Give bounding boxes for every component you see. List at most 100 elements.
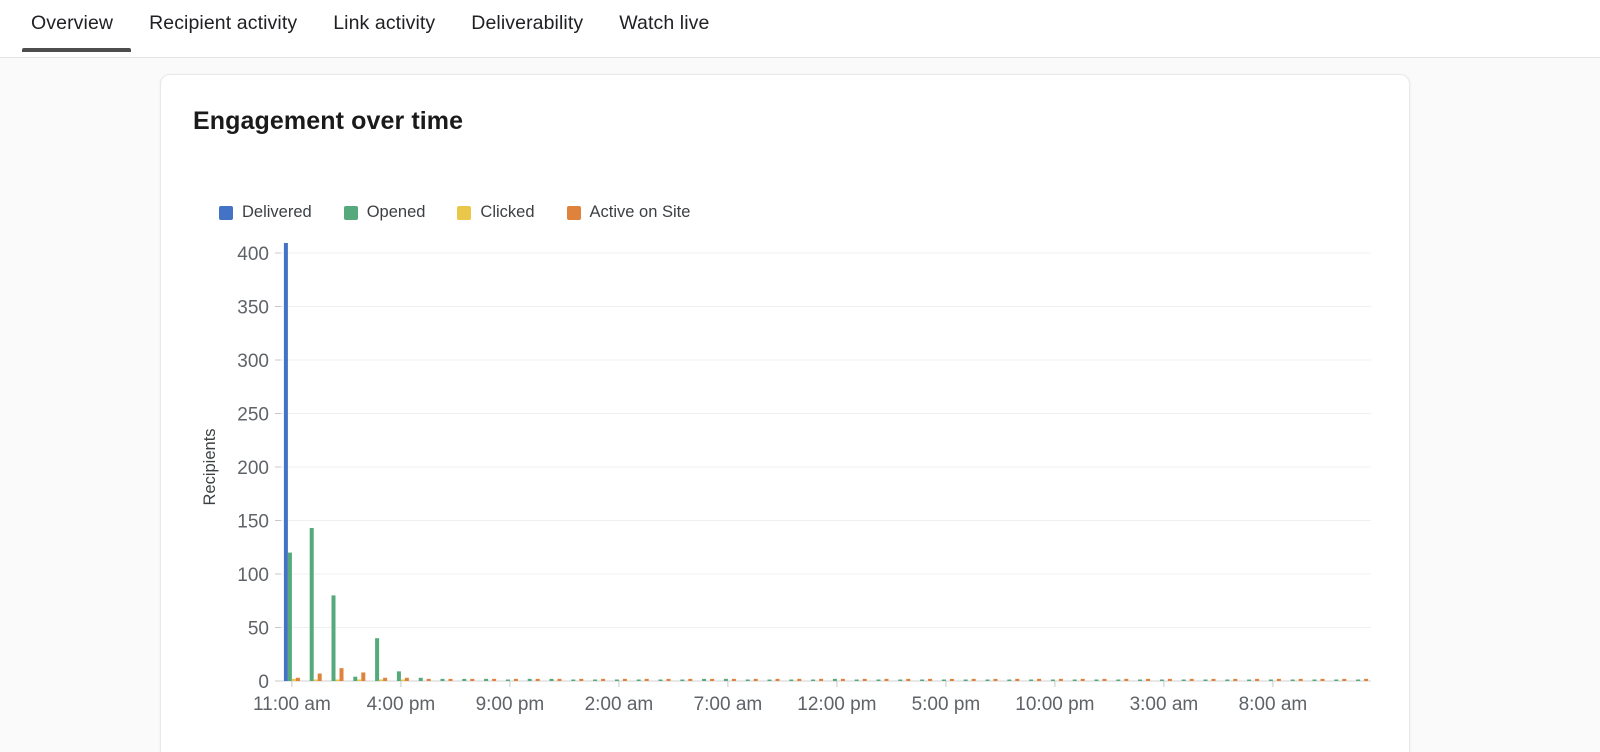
legend-item-delivered[interactable]: Delivered — [219, 203, 312, 222]
bar-opened[interactable] — [1356, 680, 1360, 682]
bar-active-on-site[interactable] — [1277, 679, 1281, 681]
bar-opened[interactable] — [1073, 680, 1077, 682]
bar-opened[interactable] — [1095, 680, 1099, 682]
bar-opened[interactable] — [768, 680, 772, 682]
bar-opened[interactable] — [1204, 680, 1208, 682]
bar-active-on-site[interactable] — [863, 679, 867, 681]
bar-active-on-site[interactable] — [1037, 679, 1041, 681]
bar-active-on-site[interactable] — [688, 679, 692, 681]
bar-active-on-site[interactable] — [361, 672, 365, 681]
bar-active-on-site[interactable] — [514, 679, 518, 681]
bar-opened[interactable] — [310, 528, 314, 681]
bar-active-on-site[interactable] — [1059, 679, 1063, 681]
bar-active-on-site[interactable] — [754, 679, 758, 681]
bar-opened[interactable] — [1160, 680, 1164, 682]
bar-opened[interactable] — [1313, 680, 1317, 682]
bar-active-on-site[interactable] — [383, 678, 387, 681]
tab-deliverability[interactable]: Deliverability — [453, 0, 601, 52]
bar-active-on-site[interactable] — [1342, 679, 1346, 681]
bar-opened[interactable] — [462, 679, 466, 681]
bar-active-on-site[interactable] — [1299, 679, 1303, 681]
bar-active-on-site[interactable] — [841, 679, 845, 681]
bar-opened[interactable] — [484, 679, 488, 681]
bar-opened[interactable] — [1007, 680, 1011, 682]
bar-opened[interactable] — [942, 680, 946, 682]
bar-opened[interactable] — [702, 679, 706, 681]
bar-opened[interactable] — [833, 679, 837, 681]
tab-overview[interactable]: Overview — [22, 0, 131, 52]
bar-active-on-site[interactable] — [579, 679, 583, 681]
bar-opened[interactable] — [898, 680, 902, 682]
bar-active-on-site[interactable] — [906, 679, 910, 681]
bar-active-on-site[interactable] — [405, 678, 409, 681]
bar-delivered[interactable] — [284, 243, 288, 681]
bar-opened[interactable] — [1182, 680, 1186, 682]
bar-active-on-site[interactable] — [1233, 679, 1237, 681]
bar-active-on-site[interactable] — [1015, 679, 1019, 681]
bar-opened[interactable] — [528, 679, 532, 681]
bar-active-on-site[interactable] — [318, 674, 322, 681]
bar-opened[interactable] — [811, 680, 815, 682]
bar-opened[interactable] — [986, 680, 990, 682]
bar-opened[interactable] — [397, 671, 401, 681]
bar-opened[interactable] — [659, 680, 663, 682]
bar-active-on-site[interactable] — [536, 679, 540, 681]
bar-opened[interactable] — [724, 679, 728, 681]
bar-opened[interactable] — [637, 680, 641, 682]
bar-opened[interactable] — [441, 679, 445, 681]
bar-active-on-site[interactable] — [340, 668, 344, 681]
bar-active-on-site[interactable] — [1124, 679, 1128, 681]
bar-opened[interactable] — [680, 680, 684, 682]
bar-opened[interactable] — [1225, 680, 1229, 682]
bar-opened[interactable] — [1334, 680, 1338, 682]
bar-opened[interactable] — [1051, 680, 1055, 682]
bar-opened[interactable] — [288, 553, 292, 681]
bar-opened[interactable] — [332, 595, 336, 681]
bar-opened[interactable] — [1116, 680, 1120, 682]
bar-opened[interactable] — [593, 680, 597, 682]
bar-active-on-site[interactable] — [449, 679, 453, 681]
bar-active-on-site[interactable] — [601, 679, 605, 681]
legend-item-active-on-site[interactable]: Active on Site — [567, 203, 691, 222]
bar-clicked[interactable] — [292, 679, 296, 681]
bar-active-on-site[interactable] — [950, 679, 954, 681]
bar-clicked[interactable] — [379, 680, 383, 682]
bar-active-on-site[interactable] — [470, 679, 474, 681]
bar-opened[interactable] — [615, 680, 619, 682]
bar-opened[interactable] — [571, 680, 575, 682]
bar-active-on-site[interactable] — [994, 679, 998, 681]
bar-active-on-site[interactable] — [667, 679, 671, 681]
bar-active-on-site[interactable] — [645, 679, 649, 681]
bar-clicked[interactable] — [336, 680, 340, 682]
bar-opened[interactable] — [1247, 680, 1251, 682]
bar-opened[interactable] — [353, 677, 357, 681]
bar-opened[interactable] — [419, 678, 423, 681]
bar-active-on-site[interactable] — [710, 679, 714, 681]
bar-opened[interactable] — [964, 680, 968, 682]
bar-active-on-site[interactable] — [1212, 679, 1216, 681]
bar-active-on-site[interactable] — [797, 679, 801, 681]
bar-active-on-site[interactable] — [623, 679, 627, 681]
bar-active-on-site[interactable] — [1190, 679, 1194, 681]
tab-watch-live[interactable]: Watch live — [601, 0, 727, 52]
bar-opened[interactable] — [855, 680, 859, 682]
bar-active-on-site[interactable] — [427, 679, 431, 681]
bar-opened[interactable] — [550, 679, 554, 681]
bar-active-on-site[interactable] — [1146, 679, 1150, 681]
bar-opened[interactable] — [1269, 680, 1273, 682]
bar-active-on-site[interactable] — [776, 679, 780, 681]
bar-opened[interactable] — [1291, 680, 1295, 682]
bar-clicked[interactable] — [314, 680, 318, 682]
bar-active-on-site[interactable] — [1321, 679, 1325, 681]
bar-active-on-site[interactable] — [1364, 679, 1368, 681]
bar-clicked[interactable] — [401, 680, 405, 682]
bar-active-on-site[interactable] — [1103, 679, 1107, 681]
bar-active-on-site[interactable] — [1168, 679, 1172, 681]
bar-opened[interactable] — [375, 638, 379, 681]
bar-opened[interactable] — [789, 680, 793, 682]
bar-active-on-site[interactable] — [928, 679, 932, 681]
legend-item-clicked[interactable]: Clicked — [457, 203, 534, 222]
bar-active-on-site[interactable] — [558, 679, 562, 681]
bar-active-on-site[interactable] — [1081, 679, 1085, 681]
bar-opened[interactable] — [877, 680, 881, 682]
